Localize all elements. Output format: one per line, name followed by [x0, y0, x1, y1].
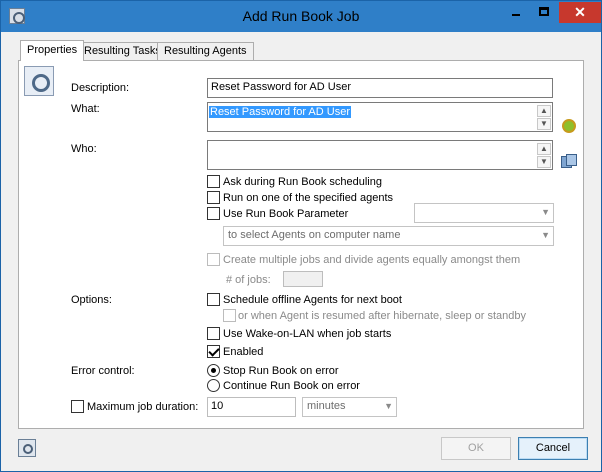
what-browse-icon[interactable] [560, 117, 576, 133]
schedule-offline-label: Schedule offline Agents for next boot [223, 294, 402, 306]
what-scroll-down[interactable]: ▼ [537, 118, 551, 130]
maximize-button[interactable] [531, 2, 557, 23]
jobs-count-label: # of jobs: [226, 274, 271, 286]
stop-on-error-radio[interactable] [207, 364, 220, 377]
maximize-icon [539, 7, 549, 16]
schedule-offline-checkbox[interactable] [207, 293, 220, 306]
who-label: Who: [71, 143, 97, 155]
max-duration-label: Maximum job duration: [87, 401, 199, 413]
enabled-label: Enabled [223, 346, 264, 358]
resumed-label: or when Agent is resumed after hibernate… [238, 310, 527, 322]
parameter-dropdown[interactable]: ▼ [414, 203, 554, 223]
select-agents-value: to select Agents on computer name [228, 229, 401, 241]
create-multiple-checkbox[interactable] [207, 253, 220, 266]
duration-input[interactable]: 10 [207, 397, 296, 417]
stop-on-error-label: Stop Run Book on error [223, 365, 339, 377]
wake-on-lan-checkbox[interactable] [207, 327, 220, 340]
wake-on-lan-label: Use Wake-on-LAN when job starts [223, 328, 392, 340]
close-button[interactable]: ✕ [559, 2, 601, 23]
continue-on-error-radio[interactable] [207, 379, 220, 392]
options-label: Options: [71, 294, 112, 306]
who-scroll-down[interactable]: ▼ [537, 156, 551, 168]
what-scroll-up[interactable]: ▲ [537, 105, 551, 117]
title-bar[interactable]: Add Run Book Job ✕ [1, 1, 601, 32]
duration-unit-dropdown[interactable]: minutes ▼ [302, 397, 397, 417]
minimize-button[interactable] [503, 2, 529, 23]
who-browse-icon[interactable] [560, 153, 577, 169]
what-value: Reset Password for AD User [209, 106, 351, 118]
duration-unit-value: minutes [307, 400, 346, 412]
minimize-icon [512, 14, 520, 16]
who-scroll-up[interactable]: ▲ [537, 143, 551, 155]
ok-button[interactable]: OK [441, 437, 511, 460]
tab-properties[interactable]: Properties [20, 40, 85, 61]
who-textarea[interactable]: ▲ ▼ [207, 140, 553, 170]
ask-scheduling-label: Ask during Run Book scheduling [223, 176, 382, 188]
chevron-down-icon: ▼ [384, 401, 393, 411]
run-specified-checkbox[interactable] [207, 191, 220, 204]
what-textarea[interactable]: Reset Password for AD User ▲ ▼ [207, 102, 553, 132]
cancel-button[interactable]: Cancel [518, 437, 588, 460]
enabled-checkbox[interactable] [207, 345, 220, 358]
run-specified-label: Run on one of the specified agents [223, 192, 394, 204]
what-label: What: [71, 103, 100, 115]
jobs-count-input[interactable] [283, 271, 323, 287]
resumed-checkbox[interactable] [223, 309, 236, 322]
use-parameter-checkbox[interactable] [207, 207, 220, 220]
ask-scheduling-checkbox[interactable] [207, 175, 220, 188]
description-input[interactable]: Reset Password for AD User [207, 78, 553, 98]
description-label: Description: [71, 82, 130, 94]
chevron-down-icon: ▼ [541, 207, 550, 217]
tab-resulting-agents[interactable]: Resulting Agents [157, 42, 254, 60]
job-properties-icon [24, 66, 54, 96]
max-duration-checkbox[interactable] [71, 400, 84, 413]
help-icon[interactable] [18, 439, 36, 457]
use-parameter-label: Use Run Book Parameter [223, 208, 349, 220]
select-agents-dropdown[interactable]: to select Agents on computer name ▼ [223, 226, 554, 246]
chevron-down-icon: ▼ [541, 230, 550, 240]
error-control-label: Error control: [71, 365, 135, 377]
create-multiple-label: Create multiple jobs and divide agents e… [223, 254, 521, 266]
tab-resulting-tasks[interactable]: Resulting Tasks [77, 42, 168, 60]
dialog-window: Add Run Book Job ✕ Properties Resulting … [0, 0, 602, 472]
continue-on-error-label: Continue Run Book on error [223, 380, 360, 392]
